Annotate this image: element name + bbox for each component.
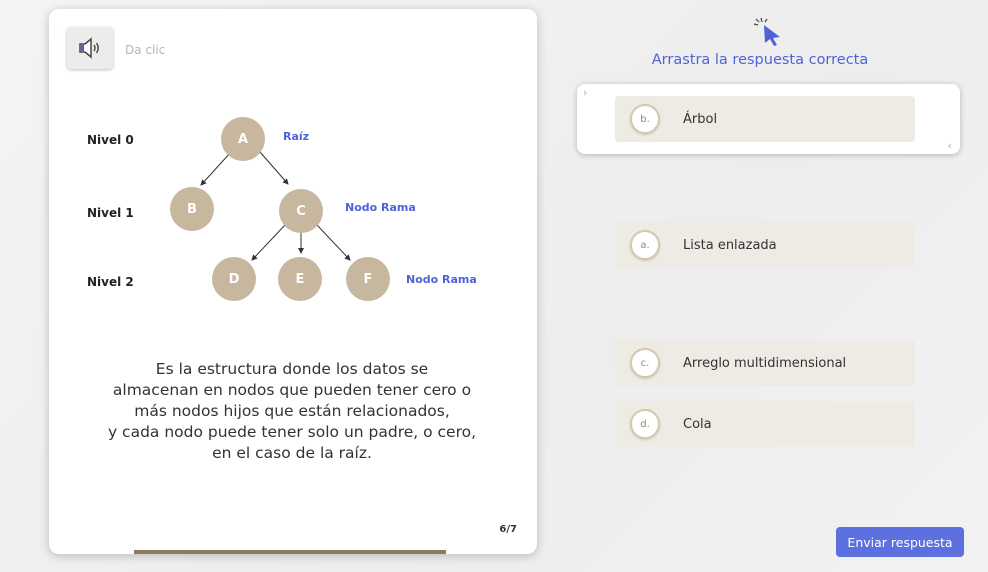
- answer-option-a[interactable]: a. Lista enlazada: [615, 222, 915, 268]
- answer-option-d[interactable]: d. Cola: [615, 401, 915, 447]
- level-0-label: Nivel 0: [87, 133, 134, 147]
- level-1-label: Nivel 1: [87, 206, 134, 220]
- question-line: Es la estructura donde los datos se: [155, 360, 429, 378]
- root-tag: Raíz: [283, 130, 310, 143]
- dropzone-right-arrow-icon: ‹: [947, 139, 952, 152]
- dropzone-left-arrow-icon: ›: [583, 86, 588, 99]
- question-line: y cada nodo puede tener solo un padre, o…: [107, 423, 477, 441]
- option-badge: a.: [630, 230, 660, 260]
- edge-a-b: [200, 151, 232, 186]
- option-badge: c.: [630, 348, 660, 378]
- question-line: más nodos hijos que están relacionados,: [134, 402, 450, 420]
- question-card: Da clic Nivel 0 Nivel 1 Nivel 2 A Raíz B…: [49, 9, 537, 554]
- node-e: E: [278, 257, 322, 301]
- edge-a-c: [259, 151, 289, 185]
- instruction-text: Arrastra la respuesta correcta: [651, 52, 869, 68]
- edge-c-f: [316, 224, 351, 261]
- option-label: Cola: [683, 416, 712, 432]
- question-line: almacenan en nodos que pueden tener cero…: [112, 381, 472, 399]
- question-line: en el caso de la raíz.: [212, 444, 372, 462]
- page-counter: 6/7: [499, 524, 517, 535]
- node-f: F: [346, 257, 390, 301]
- option-label: Lista enlazada: [683, 237, 777, 253]
- option-label: Arreglo multidimensional: [683, 355, 847, 371]
- node-d: D: [212, 257, 256, 301]
- level-2-label: Nivel 2: [87, 275, 134, 289]
- progress-bar: [134, 550, 446, 554]
- answer-dropzone[interactable]: › ‹ b. Árbol: [577, 84, 960, 154]
- option-badge: b.: [630, 104, 660, 134]
- answer-option-c[interactable]: c. Arreglo multidimensional: [615, 340, 915, 386]
- node-a: A: [221, 117, 265, 161]
- branch-tag-c: Nodo Rama: [345, 201, 416, 214]
- edge-c-d: [251, 224, 286, 261]
- option-badge: d.: [630, 409, 660, 439]
- option-label: Árbol: [683, 111, 718, 127]
- node-c: C: [279, 189, 323, 233]
- answer-option-b[interactable]: b. Árbol: [615, 96, 915, 142]
- node-b: B: [170, 187, 214, 231]
- question-text: Es la estructura donde los datos se alma…: [77, 359, 507, 464]
- branch-tag-level2: Nodo Rama: [406, 273, 477, 286]
- submit-answer-button[interactable]: Enviar respuesta: [836, 527, 964, 557]
- drag-cursor-icon: [753, 17, 780, 46]
